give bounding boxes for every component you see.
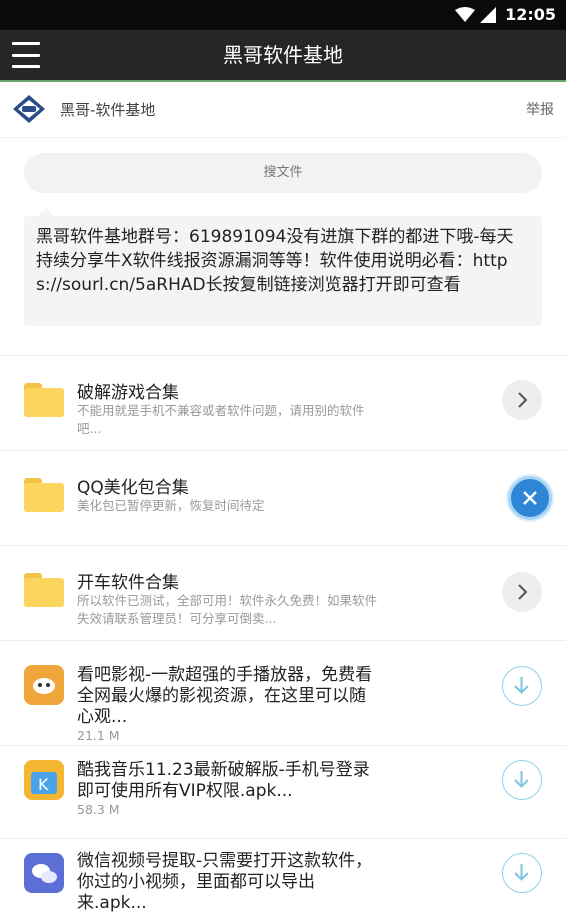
- download-icon[interactable]: [502, 760, 542, 800]
- file-row[interactable]: 看吧影视-一款超强的手播放器，免费看全网最火爆的影视资源，在这里可以随心观...…: [0, 641, 566, 745]
- app-bar: 黑哥软件基地: [0, 30, 566, 82]
- file-size: 58.3 M: [77, 802, 120, 817]
- chevron-right-icon[interactable]: [502, 572, 542, 612]
- file-row[interactable]: K 酷我音乐11.23最新破解版-手机号登录即可使用所有VIP权限.apk...…: [0, 746, 566, 838]
- folder-row[interactable]: 开车软件合集 所以软件已测试，全部可用！软件永久免费！如果软件失效请联系管理员！…: [0, 546, 566, 640]
- profile-header: 黑哥-软件基地 举报: [0, 82, 566, 138]
- folder-title: QQ美化包合集: [77, 478, 189, 498]
- folder-desc: 所以软件已测试，全部可用！软件永久免费！如果软件失效请联系管理员！可分享可倒卖.…: [77, 593, 378, 626]
- site-name: 黑哥-软件基地: [60, 101, 156, 119]
- signal-icon: [480, 7, 496, 23]
- wechat-video-app-icon: [24, 853, 64, 893]
- status-icons: [455, 7, 496, 23]
- status-bar: 12:05: [0, 0, 566, 30]
- folder-icon: [24, 478, 64, 512]
- download-icon[interactable]: [502, 666, 542, 706]
- file-title: 微信视频号提取-只需要打开这款软件，你过的小视频，里面都可以导出来.apk...: [77, 851, 373, 913]
- file-title: 酷我音乐11.23最新破解版-手机号登录即可使用所有VIP权限.apk...: [77, 760, 370, 801]
- folder-icon: [24, 573, 64, 607]
- folder-icon: [24, 383, 64, 417]
- app-title: 黑哥软件基地: [223, 43, 343, 67]
- kanba-app-icon: [24, 665, 64, 705]
- download-icon[interactable]: [502, 853, 542, 893]
- file-title: 看吧影视-一款超强的手播放器，免费看全网最火爆的影视资源，在这里可以随心观...: [77, 665, 373, 727]
- notice-bubble: 黑哥软件基地群号：619891094没有进旗下群的都进下哦-每天持续分享牛X软件…: [24, 208, 542, 326]
- folder-title: 破解游戏合集: [77, 383, 179, 403]
- kuwo-app-icon: K: [24, 760, 64, 800]
- folder-desc: 不能用就是手机不兼容或者软件问题，请用别的软件吧...: [77, 403, 365, 436]
- folder-desc: 美化包已暂停更新，恢复时间待定: [77, 498, 265, 513]
- file-row[interactable]: 微信视频号提取-只需要打开这款软件，你过的小视频，里面都可以导出来.apk...: [0, 839, 566, 913]
- chevron-right-icon[interactable]: [502, 380, 542, 420]
- file-size: 21.1 M: [77, 728, 120, 743]
- folder-title: 开车软件合集: [77, 573, 179, 593]
- floating-action-button[interactable]: [508, 476, 552, 520]
- folder-row[interactable]: 破解游戏合集 不能用就是手机不兼容或者软件问题，请用别的软件吧...: [0, 356, 566, 450]
- status-time: 12:05: [505, 5, 556, 24]
- wifi-icon: [455, 7, 475, 22]
- folder-row[interactable]: QQ美化包合集 美化包已暂停更新，恢复时间待定: [0, 451, 566, 545]
- logo-icon: [13, 95, 45, 123]
- svg-text:K: K: [38, 775, 49, 794]
- search-input[interactable]: 搜文件: [24, 153, 542, 193]
- hamburger-icon[interactable]: [12, 42, 40, 68]
- report-link[interactable]: 举报: [526, 99, 554, 119]
